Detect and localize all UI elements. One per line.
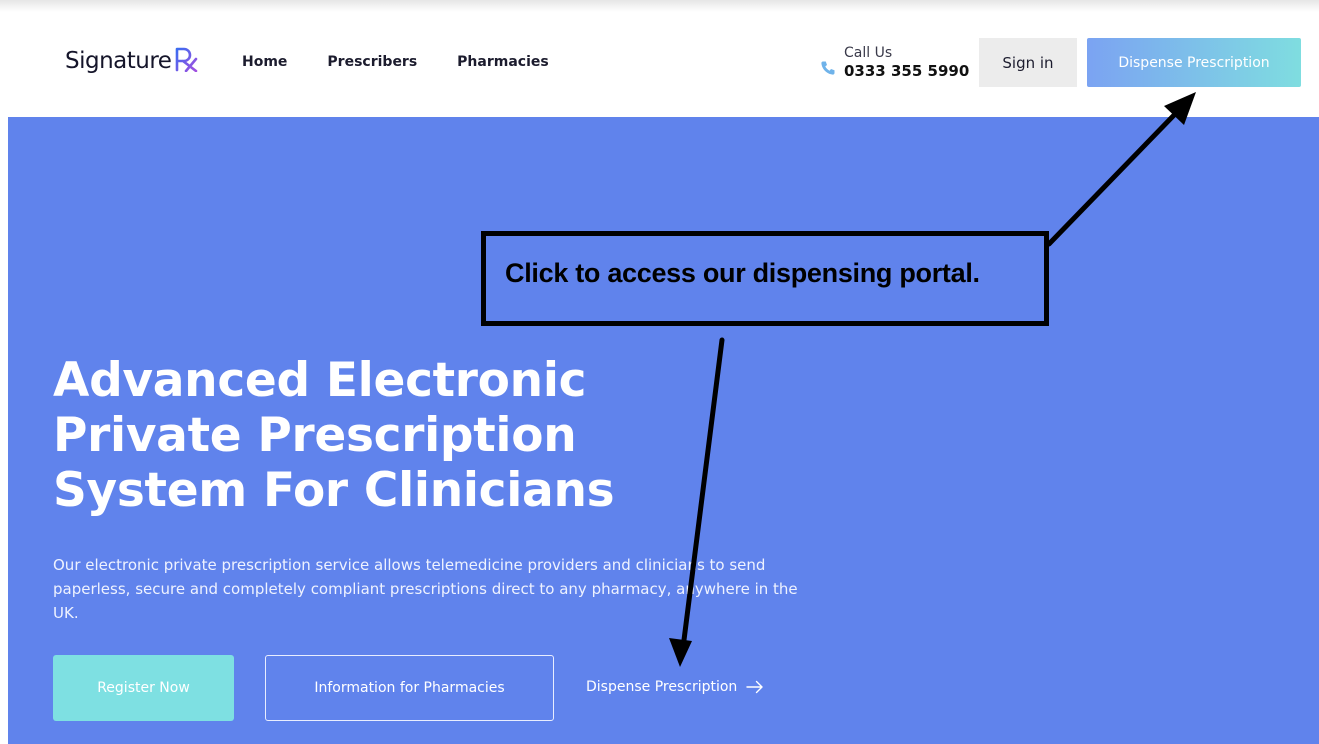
logo-text: Signature — [65, 48, 172, 74]
nav-home[interactable]: Home — [242, 54, 287, 70]
call-us[interactable]: Call Us 0333 355 5990 — [820, 45, 969, 81]
site-header: Signature Home Prescribers Pharmacies Ca… — [0, 12, 1319, 117]
call-number[interactable]: 0333 355 5990 — [844, 61, 969, 81]
phone-icon — [821, 61, 835, 75]
arrow-right-icon — [746, 680, 763, 694]
signature-rx-logo[interactable]: Signature — [65, 42, 200, 74]
information-for-pharmacies-button[interactable]: Information for Pharmacies — [265, 655, 554, 721]
call-label: Call Us — [844, 45, 893, 61]
hero-description: Our electronic private prescription serv… — [53, 556, 798, 622]
nav-prescribers[interactable]: Prescribers — [327, 54, 417, 70]
rx-logo-icon — [176, 47, 198, 72]
annotation-callout-box: Click to access our dispensing portal. — [481, 231, 1049, 326]
hero-section: Advanced Electronic Private Prescription… — [8, 117, 1319, 744]
nav-pharmacies[interactable]: Pharmacies — [457, 54, 549, 70]
dispense-link-label: Dispense Prescription — [586, 679, 738, 695]
dispense-prescription-button[interactable]: Dispense Prescription — [1087, 38, 1301, 87]
dispense-prescription-link[interactable]: Dispense Prescription — [586, 679, 764, 695]
hero-title-line-3: System For Clinicians — [53, 463, 615, 518]
call-text: Call Us 0333 355 5990 — [844, 45, 969, 81]
annotation-text: Click to access our dispensing portal. — [505, 258, 980, 288]
register-now-button[interactable]: Register Now — [53, 655, 234, 721]
hero-title-line-2: Private Prescription — [53, 408, 577, 463]
sign-in-button[interactable]: Sign in — [979, 38, 1077, 87]
top-shadow — [0, 0, 1319, 12]
hero-title: Advanced Electronic Private Prescription… — [53, 353, 753, 518]
hero-title-line-1: Advanced Electronic — [53, 353, 587, 408]
main-nav: Home Prescribers Pharmacies — [242, 54, 589, 70]
